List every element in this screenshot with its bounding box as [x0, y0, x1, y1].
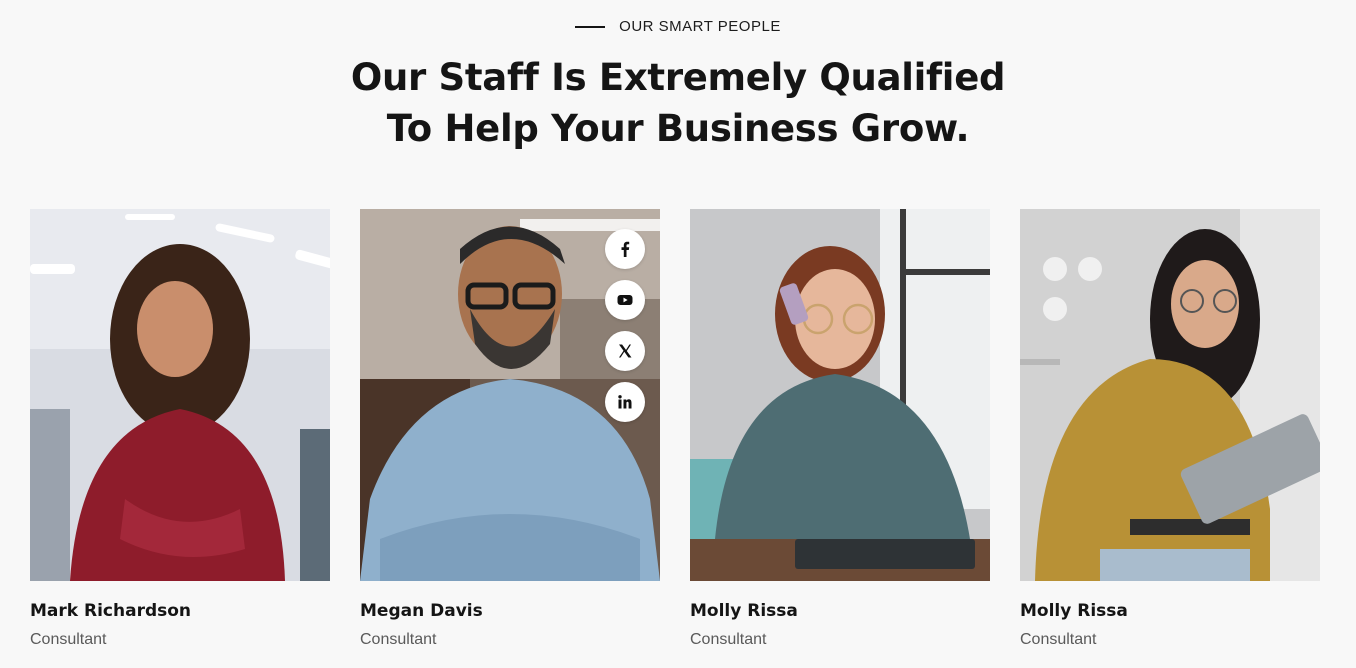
team-member-role: Consultant [1020, 631, 1097, 648]
team-card[interactable]: Molly Rissa Consultant [690, 209, 990, 649]
team-card[interactable]: Molly Rissa Consultant [1020, 209, 1320, 649]
team-cards: Mark Richardson Consultant Megan Davis C… [30, 209, 1320, 649]
team-member-photo[interactable] [360, 209, 660, 581]
youtube-link[interactable] [605, 280, 645, 320]
linkedin-link[interactable] [605, 382, 645, 422]
eyebrow-text: OUR SMART PEOPLE [619, 18, 781, 35]
section-title-line-1: Our Staff Is Extremely Qualified [350, 56, 1006, 99]
x-twitter-link[interactable] [605, 331, 645, 371]
team-member-role: Consultant [360, 631, 437, 648]
photo-woman-red-blouse [30, 209, 330, 581]
linkedin-icon [618, 395, 632, 409]
team-card[interactable]: Mark Richardson Consultant [30, 209, 330, 649]
facebook-link[interactable] [605, 229, 645, 269]
x-twitter-icon [619, 344, 632, 358]
section-title: Our Staff Is Extremely Qualified To Help… [0, 52, 1356, 154]
team-member-name[interactable]: Molly Rissa [1020, 601, 1320, 621]
social-links [605, 229, 645, 422]
team-member-photo[interactable] [30, 209, 330, 581]
facebook-icon [621, 241, 630, 257]
photo-woman-with-tablet [1020, 209, 1320, 581]
team-member-name[interactable]: Megan Davis [360, 601, 660, 621]
team-member-name[interactable]: Molly Rissa [690, 601, 990, 621]
team-section: OUR SMART PEOPLE Our Staff Is Extremely … [0, 0, 1356, 668]
team-card[interactable]: Megan Davis Consultant [360, 209, 660, 649]
youtube-icon [617, 295, 633, 305]
eyebrow-line [575, 25, 606, 28]
team-member-name[interactable]: Mark Richardson [30, 601, 330, 621]
section-eyebrow: OUR SMART PEOPLE [0, 18, 1356, 35]
team-member-role: Consultant [690, 631, 767, 648]
team-member-photo[interactable] [690, 209, 990, 581]
photo-woman-on-phone [690, 209, 990, 581]
team-member-photo[interactable] [1020, 209, 1320, 581]
section-title-line-2: To Help Your Business Grow. [386, 107, 970, 150]
team-member-role: Consultant [30, 631, 107, 648]
